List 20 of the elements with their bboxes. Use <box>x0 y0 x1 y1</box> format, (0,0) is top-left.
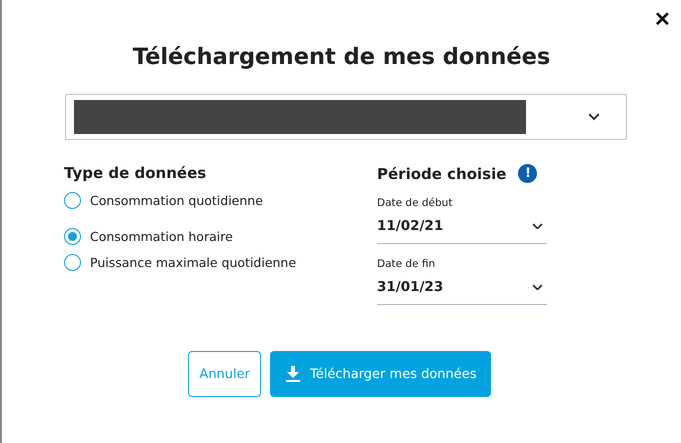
dialog-title: Téléchargement de mes données <box>132 44 550 70</box>
account-select[interactable] <box>65 94 627 140</box>
close-button[interactable]: ✕ <box>654 10 671 30</box>
radio-label: Puissance maximale quotidienne <box>90 255 296 270</box>
radio-label: Consommation horaire <box>90 229 233 244</box>
chevron-down-icon <box>588 113 600 121</box>
date-label: Date de fin <box>377 258 436 270</box>
section-heading: Période choisie <box>377 164 506 182</box>
chevron-down-icon <box>532 222 543 230</box>
section-heading: Type de données <box>64 164 208 182</box>
date-select[interactable]: 31/01/23 <box>377 274 547 305</box>
radio-button[interactable] <box>64 254 81 271</box>
radio-button[interactable] <box>64 192 81 209</box>
download-icon <box>286 366 300 382</box>
date-select[interactable]: 11/02/21 <box>377 213 547 244</box>
radio-button[interactable] <box>64 228 81 245</box>
chevron-down-icon <box>532 284 543 290</box>
date-label: Date de début <box>377 197 454 209</box>
info-icon[interactable]: ! <box>518 164 538 183</box>
radio-label: Consommation quotidienne <box>90 193 263 208</box>
